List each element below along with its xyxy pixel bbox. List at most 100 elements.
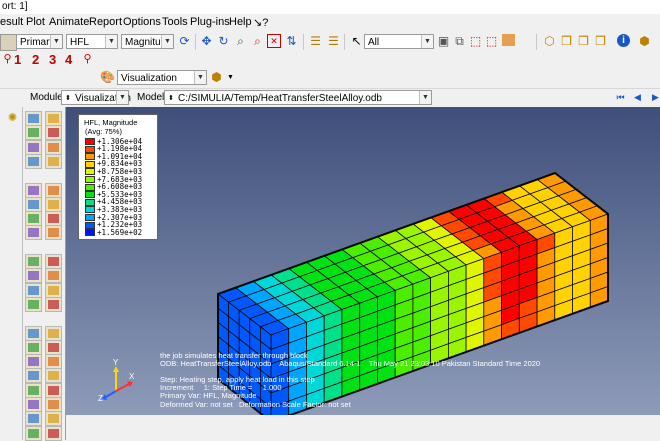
remove-icon[interactable]: ⬚ bbox=[468, 34, 483, 49]
next-frame-icon[interactable]: ▶ bbox=[648, 90, 660, 105]
toolbox-tool-icon[interactable] bbox=[25, 325, 42, 341]
select-cursor-icon[interactable]: ↖ bbox=[349, 34, 364, 49]
toolbox-tool-icon[interactable] bbox=[45, 182, 62, 198]
toolbox-tool-icon[interactable] bbox=[25, 411, 42, 427]
toolbox-tool-icon[interactable] bbox=[45, 225, 62, 241]
toolbox-tool-icon[interactable] bbox=[45, 254, 62, 269]
toolbox-tool-icon[interactable] bbox=[45, 139, 62, 155]
toolbox-tool-icon[interactable] bbox=[25, 211, 42, 227]
model-select[interactable]: ⬍ C:/SIMULIA/Temp/HeatTransferSteelAlloy… bbox=[164, 90, 432, 105]
menu-plugins[interactable]: Plug-ins bbox=[190, 16, 230, 28]
viewport[interactable]: HFL, Magnitude (Avg: 75%) +1.306e+04 +1.1… bbox=[66, 107, 660, 415]
cycle-views-icon[interactable]: ⇅ bbox=[284, 34, 299, 49]
menu-report[interactable]: Report bbox=[89, 16, 122, 28]
toolbox-tool-icon[interactable] bbox=[25, 182, 42, 198]
toolbox-tool-icon[interactable] bbox=[45, 268, 62, 284]
field-output-icon[interactable] bbox=[0, 34, 17, 51]
tool-glyph-icon bbox=[48, 185, 59, 195]
add-icon[interactable]: ⧉ bbox=[452, 34, 467, 49]
toolbox-tool-icon[interactable] bbox=[45, 111, 62, 126]
toolbox-tool-icon[interactable] bbox=[25, 368, 42, 384]
toolbox-tool-icon[interactable] bbox=[45, 382, 62, 398]
rotate-icon[interactable]: ↻ bbox=[216, 34, 231, 49]
toolbox-tool-icon[interactable] bbox=[45, 282, 62, 298]
side-view-icon[interactable]: ❒ bbox=[576, 34, 591, 49]
toolbox-tool-icon[interactable] bbox=[25, 111, 42, 126]
toolbox-tool-icon[interactable] bbox=[25, 425, 42, 441]
query-icon[interactable]: ⚲ bbox=[0, 52, 15, 67]
tool-glyph-icon bbox=[28, 199, 39, 209]
visualization-defaults-select[interactable]: Visualization defaults▼ bbox=[117, 70, 207, 99]
box-zoom-icon[interactable]: ⌕ bbox=[250, 34, 265, 49]
row-view-icon[interactable]: ☰ bbox=[326, 34, 341, 49]
menu-options[interactable]: Options bbox=[123, 16, 161, 28]
step-button-4[interactable]: 4 bbox=[65, 52, 72, 67]
toolbox-tool-icon[interactable] bbox=[25, 382, 42, 398]
toolbox-tool-icon[interactable] bbox=[25, 254, 42, 269]
step-button-3[interactable]: 3 bbox=[49, 52, 56, 67]
toolbox-tool-icon[interactable] bbox=[45, 211, 62, 227]
tool-glyph-icon bbox=[28, 228, 39, 238]
replace-icon[interactable]: ▣ bbox=[436, 34, 451, 49]
primary-select[interactable]: Primary ▼ bbox=[16, 34, 63, 49]
menu-help[interactable]: Help bbox=[229, 16, 252, 28]
step-toolbar: ⚲ 1 2 3 4 ⚲ bbox=[0, 52, 660, 69]
window-title: ort: 1] bbox=[2, 1, 28, 12]
triad-x-label: X bbox=[129, 372, 135, 381]
menu-result[interactable]: esult bbox=[0, 16, 23, 28]
toolbox-tool-icon[interactable] bbox=[25, 296, 42, 312]
toolbox-tool-icon[interactable] bbox=[45, 339, 62, 355]
zoom-icon[interactable]: ⌕ bbox=[233, 34, 248, 49]
top-view-icon[interactable]: ❒ bbox=[593, 34, 608, 49]
pan-icon[interactable]: ✥ bbox=[199, 34, 214, 49]
filter-select[interactable]: All ▼ bbox=[364, 34, 434, 49]
legend-swatch bbox=[85, 138, 95, 145]
invariant-select[interactable]: Magnitude ▼ bbox=[121, 34, 174, 49]
hide-icon[interactable]: ⬚ bbox=[484, 34, 499, 49]
step-button-2[interactable]: 2 bbox=[32, 52, 39, 67]
column-view-icon[interactable]: ☰ bbox=[308, 34, 323, 49]
toolbox-tool-icon[interactable] bbox=[25, 397, 42, 412]
toolbox-tool-icon[interactable] bbox=[25, 282, 42, 298]
toolbox-tool-icon[interactable] bbox=[45, 425, 62, 441]
chevron-down-icon[interactable]: ▼ bbox=[223, 70, 238, 85]
toolbox-tool-icon[interactable] bbox=[25, 354, 42, 370]
refresh-icon[interactable]: ⟳ bbox=[177, 34, 192, 49]
toolbox-tool-icon[interactable] bbox=[45, 153, 62, 169]
auto-fit-icon[interactable]: ✕ bbox=[267, 34, 281, 48]
toolbox-tool-icon[interactable] bbox=[45, 411, 62, 427]
display-group-icon[interactable] bbox=[502, 34, 515, 46]
toolbox-tool-icon[interactable] bbox=[45, 325, 62, 341]
info-icon[interactable]: i bbox=[617, 34, 630, 47]
palette-icon[interactable]: 🎨 bbox=[100, 70, 115, 85]
toolbox-tool-icon[interactable] bbox=[25, 153, 42, 169]
toolbox-tool-icon[interactable] bbox=[45, 125, 62, 141]
toolbox-tool-icon[interactable] bbox=[45, 368, 62, 384]
toolbox-tool-icon[interactable] bbox=[25, 139, 42, 155]
toolbox-tool-icon[interactable] bbox=[25, 125, 42, 141]
render-options-icon[interactable]: ⬢ bbox=[209, 70, 224, 85]
lightbulb-icon[interactable]: ✺ bbox=[5, 111, 20, 126]
module-select[interactable]: ⬍ Visualization ▼ bbox=[61, 90, 131, 105]
toolbox-tool-icon[interactable] bbox=[25, 268, 42, 284]
toolbox-tool-icon[interactable] bbox=[25, 225, 42, 241]
tool-glyph-icon bbox=[28, 414, 39, 424]
previous-frame-icon[interactable]: ◀ bbox=[630, 90, 645, 105]
toolbox-tool-icon[interactable] bbox=[45, 196, 62, 212]
iso-view-icon[interactable]: ⬡ bbox=[542, 34, 557, 49]
toolbox-tool-icon[interactable] bbox=[45, 354, 62, 370]
menu-tools[interactable]: Tools bbox=[162, 16, 188, 28]
step-button-1[interactable]: 1 bbox=[14, 52, 21, 67]
toolbox-tool-icon[interactable] bbox=[25, 196, 42, 212]
toolbox-tool-icon[interactable] bbox=[25, 339, 42, 355]
front-view-icon[interactable]: ❒ bbox=[559, 34, 574, 49]
whats-this-icon[interactable]: ↘? bbox=[253, 16, 268, 29]
first-frame-icon[interactable]: ⏮ bbox=[613, 90, 628, 105]
toolbox-tool-icon[interactable] bbox=[45, 296, 62, 312]
menu-animate[interactable]: Animate bbox=[49, 16, 89, 28]
toolbox-tool-icon[interactable] bbox=[45, 397, 62, 412]
render-style-icon[interactable]: ⬢ bbox=[637, 34, 652, 49]
menu-plot[interactable]: Plot bbox=[26, 16, 45, 28]
variable-select[interactable]: HFL ▼ bbox=[66, 34, 118, 49]
query-icon[interactable]: ⚲ bbox=[80, 52, 95, 67]
